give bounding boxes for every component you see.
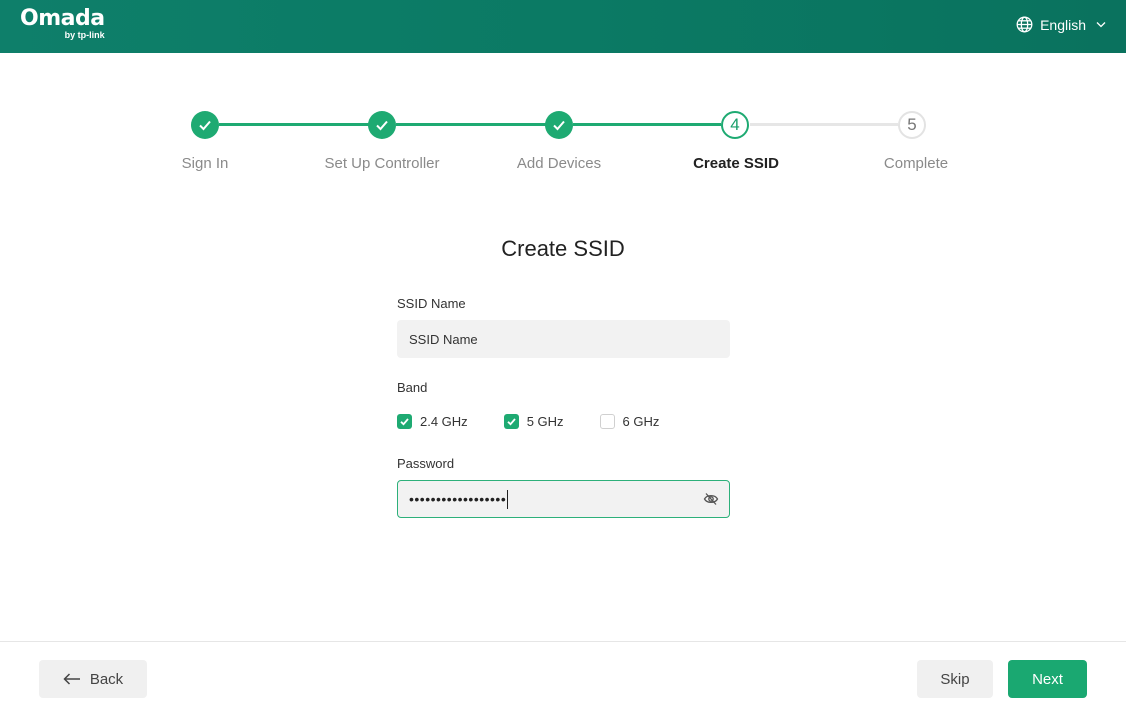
band-5ghz-label: 5 GHz	[526, 414, 564, 429]
setup-stepper: 4 5 Sign In Set Up Controller Add Device…	[0, 111, 1126, 181]
next-button[interactable]: Next	[1008, 660, 1087, 698]
footer-bar: Back Skip Next	[0, 641, 1126, 713]
band-2-4ghz-label: 2.4 GHz	[420, 414, 468, 429]
band-5ghz-checkbox[interactable]: 5 GHz	[503, 414, 564, 429]
skip-button[interactable]: Skip	[917, 660, 993, 698]
logo-main-text: Omada	[20, 6, 105, 31]
top-header: Omada by tp-link English	[0, 0, 1126, 53]
check-icon	[553, 120, 565, 131]
band-6ghz-label: 6 GHz	[622, 414, 660, 429]
band-options: 2.4 GHz 5 GHz 6 GHz	[397, 414, 730, 429]
ssid-name-value: SSID Name	[409, 331, 478, 347]
step-connector-2	[396, 123, 546, 126]
step-connector-3	[573, 123, 721, 126]
arrow-left-icon	[63, 673, 80, 685]
password-masked-value: ••••••••••••••••••	[409, 491, 507, 507]
step-connector-4	[750, 123, 898, 126]
skip-button-label: Skip	[940, 670, 970, 688]
password-label: Password	[397, 456, 455, 471]
check-icon	[199, 120, 211, 131]
step-4-circle: 4	[721, 111, 749, 139]
language-selector[interactable]: English	[1016, 16, 1106, 33]
create-ssid-form: SSID Name SSID Name Band 2.4 GHz 5 GHz 6…	[397, 296, 730, 518]
checkbox-checked-icon	[397, 414, 412, 429]
password-input[interactable]: ••••••••••••••••••	[397, 480, 730, 518]
step-1-check-circle	[191, 111, 219, 139]
step-2-check-circle	[368, 111, 396, 139]
language-label: English	[1040, 16, 1086, 33]
step-label-sign-in: Sign In	[181, 155, 229, 172]
check-icon	[376, 120, 388, 131]
chevron-down-icon	[1096, 21, 1106, 28]
page-title: Create SSID	[501, 236, 625, 261]
eye-off-icon[interactable]	[703, 491, 719, 512]
step-label-create-ssid: Create SSID	[693, 155, 779, 172]
globe-icon	[1016, 16, 1033, 33]
ssid-name-label: SSID Name	[397, 296, 466, 311]
step-label-complete: Complete	[883, 155, 949, 172]
step-3-check-circle	[545, 111, 573, 139]
band-2-4ghz-checkbox[interactable]: 2.4 GHz	[397, 414, 468, 429]
text-caret	[507, 489, 509, 509]
checkbox-unchecked-icon	[599, 414, 615, 429]
omada-logo: Omada by tp-link	[20, 6, 105, 41]
next-button-label: Next	[1032, 670, 1063, 688]
checkbox-checked-icon	[503, 414, 519, 429]
back-button-label: Back	[89, 670, 124, 688]
step-label-set-up-controller: Set Up Controller	[324, 155, 440, 172]
back-button[interactable]: Back	[39, 660, 147, 698]
step-5-circle: 5	[898, 111, 926, 139]
ssid-name-input[interactable]: SSID Name	[397, 320, 730, 358]
step-label-add-devices: Add Devices	[516, 155, 602, 172]
band-label: Band	[397, 380, 428, 395]
step-connector-1	[219, 123, 369, 126]
logo-sub-text: by tp-link	[64, 30, 105, 40]
band-6ghz-checkbox[interactable]: 6 GHz	[599, 414, 660, 429]
